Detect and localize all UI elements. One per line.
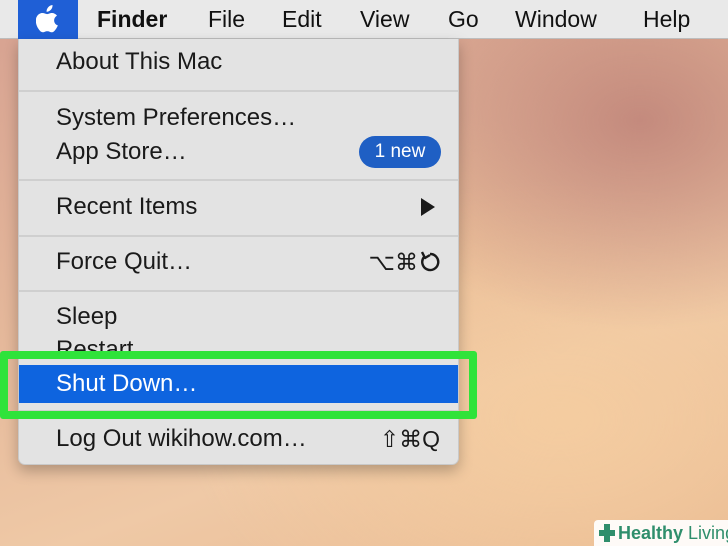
menu-item-log-out[interactable]: Log Out wikihow.com…: [56, 424, 307, 454]
menu-item-app-store[interactable]: App Store…: [56, 137, 187, 167]
menu-separator: [19, 90, 458, 92]
menu-go[interactable]: Go: [448, 5, 479, 33]
menu-view[interactable]: View: [360, 5, 409, 33]
log-out-shortcut: ⇧⌘Q: [379, 426, 440, 452]
menu-window[interactable]: Window: [515, 5, 597, 33]
force-quit-shortcut: ⌥⌘: [368, 249, 418, 275]
menu-item-sleep[interactable]: Sleep: [56, 302, 117, 332]
menu-item-system-preferences[interactable]: System Preferences…: [56, 103, 296, 133]
apple-logo-icon: [36, 5, 58, 33]
menu-separator: [19, 290, 458, 292]
watermark-word-1: Healthy: [618, 523, 684, 543]
app-store-update-badge: 1 new: [359, 136, 441, 168]
menu-file[interactable]: File: [208, 5, 245, 33]
shut-down-highlight: [0, 351, 477, 419]
watermark: Healthy Living: [594, 520, 728, 546]
menu-edit[interactable]: Edit: [282, 5, 322, 33]
menu-item-about-this-mac[interactable]: About This Mac: [56, 47, 222, 77]
watermark-text: Healthy Living: [618, 522, 728, 544]
submenu-arrow-icon: [421, 198, 435, 216]
escape-key-icon: [420, 251, 440, 272]
menu-help[interactable]: Help: [643, 5, 690, 33]
watermark-word-2: Living: [688, 523, 728, 543]
plus-cross-icon: [599, 524, 615, 542]
menu-bar: Finder File Edit View Go Window Help: [0, 0, 728, 39]
apple-menu-button[interactable]: [18, 0, 78, 39]
menu-finder[interactable]: Finder: [97, 5, 167, 33]
menu-item-recent-items[interactable]: Recent Items: [56, 192, 197, 222]
menu-item-force-quit[interactable]: Force Quit…: [56, 247, 192, 277]
menu-separator: [19, 235, 458, 237]
menu-separator: [19, 179, 458, 181]
